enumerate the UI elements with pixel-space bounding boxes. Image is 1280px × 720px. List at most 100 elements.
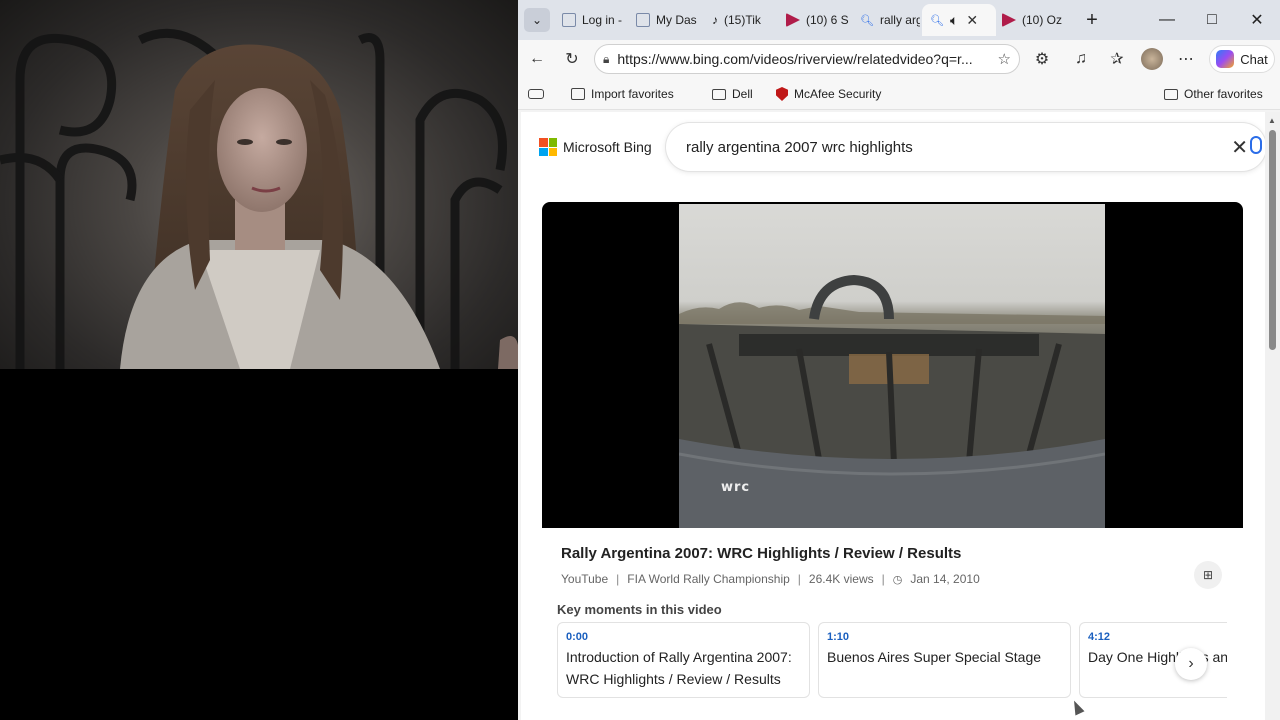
video-channel: FIA World Rally Championship xyxy=(627,572,790,586)
tab-login[interactable]: Log in - xyxy=(562,4,628,36)
other-favorites-folder[interactable]: Other favorites xyxy=(1164,84,1263,104)
new-tab-button[interactable]: + xyxy=(1078,6,1106,34)
tab-actions-button[interactable]: ⌄ xyxy=(524,8,550,32)
favorite-label: Other favorites xyxy=(1184,87,1263,101)
folder-icon xyxy=(1164,88,1178,100)
close-icon: ✕ xyxy=(1250,12,1264,29)
webcam-image xyxy=(0,28,518,369)
page-icon xyxy=(636,13,650,27)
immersive-reader-icon xyxy=(528,89,544,99)
search-input[interactable]: rally argentina 2007 wrc highlights xyxy=(686,139,1266,156)
video-views: 26.4K views xyxy=(808,572,874,586)
webcam-letterbox xyxy=(0,369,518,720)
navigation-toolbar: ← ↻ 🔒︎ https://www.bing.com/videos/river… xyxy=(518,40,1280,78)
extensions-button[interactable]: ⚙ xyxy=(1028,46,1056,72)
dell-folder[interactable]: Dell xyxy=(712,84,753,104)
webcam-feed xyxy=(0,0,518,369)
video-date: Jan 14, 2010 xyxy=(910,572,980,586)
tab-strip: ⌄ Log in - My Das ♪ (15)Tik (10) 6 S 🔍︎ … xyxy=(518,0,1280,40)
favorites-icon: ✰ xyxy=(1110,51,1124,68)
video-frame[interactable]: wrc xyxy=(679,204,1105,528)
favorite-star-icon[interactable]: ☆ xyxy=(998,50,1011,68)
video-title[interactable]: Rally Argentina 2007: WRC Highlights / R… xyxy=(561,545,961,562)
scrollbar-thumb[interactable] xyxy=(1269,130,1276,350)
tab-active[interactable]: 🔍︎ 🔈︎ ✕ xyxy=(922,4,996,36)
play-icon xyxy=(1002,13,1016,27)
bing-header: Microsoft Bing rally argentina 2007 wrc … xyxy=(521,112,1266,184)
music-icon: ♫ xyxy=(1075,50,1087,67)
key-moment-card[interactable]: 0:00 Introduction of Rally Argentina 200… xyxy=(557,622,810,698)
video-player[interactable]: wrc xyxy=(542,202,1243,528)
moment-timestamp: 1:10 xyxy=(827,631,850,643)
ellipsis-icon: ⋯ xyxy=(1178,51,1194,68)
speaker-icon[interactable]: 🔈︎ xyxy=(950,12,958,29)
tiktok-icon: ♪ xyxy=(712,13,718,27)
address-bar[interactable]: 🔒︎ https://www.bing.com/videos/riverview… xyxy=(594,44,1020,74)
key-moment-card[interactable]: 1:10 Buenos Aires Super Special Stage xyxy=(818,622,1071,698)
minimize-button[interactable]: — xyxy=(1147,6,1187,34)
browser-essentials-button[interactable]: ♫ xyxy=(1067,46,1095,72)
bing-logo[interactable]: Microsoft Bing xyxy=(539,138,652,156)
separator: | xyxy=(797,572,801,586)
favorites-button[interactable]: ✰ xyxy=(1103,46,1131,72)
save-video-button[interactable]: ⊞ xyxy=(1194,561,1222,589)
screen: ⌄ Log in - My Das ♪ (15)Tik (10) 6 S 🔍︎ … xyxy=(0,0,1280,720)
moment-timestamp: 0:00 xyxy=(566,631,589,643)
video-source: YouTube xyxy=(561,572,609,586)
profile-button[interactable] xyxy=(1138,46,1166,72)
scroll-up-icon[interactable]: ▲ xyxy=(1268,116,1276,125)
close-window-button[interactable]: ✕ xyxy=(1237,6,1277,34)
reading-view-button[interactable] xyxy=(528,84,544,104)
moment-description: Buenos Aires Super Special Stage xyxy=(827,649,1042,665)
search-icon: 🔍︎ xyxy=(860,14,874,27)
import-icon xyxy=(571,88,585,100)
tab-rally-search[interactable]: 🔍︎ rally arg xyxy=(860,4,920,36)
tab-my-dashboard[interactable]: My Das xyxy=(636,4,702,36)
mcafee-link[interactable]: McAfee Security xyxy=(776,84,881,104)
plus-icon: + xyxy=(1086,8,1098,31)
maximize-icon: □ xyxy=(1207,11,1217,28)
chevron-down-icon: ⌄ xyxy=(531,13,543,27)
import-favorites-link[interactable]: Import favorites xyxy=(571,84,674,104)
copilot-icon xyxy=(1216,50,1235,68)
favorite-label: Dell xyxy=(732,87,753,101)
search-icon: 🔍︎ xyxy=(930,14,944,27)
tab-youtube-1[interactable]: (10) 6 S xyxy=(786,4,852,36)
close-tab-icon[interactable]: ✕ xyxy=(966,12,978,29)
save-icon: ⊞ xyxy=(1202,568,1214,582)
minimize-icon: — xyxy=(1159,11,1175,28)
favorite-label: McAfee Security xyxy=(794,87,882,101)
favorites-bar: Import favorites Dell McAfee Security Ot… xyxy=(518,78,1280,110)
brand-name: Microsoft Bing xyxy=(563,139,652,155)
tab-youtube-2[interactable]: (10) Oz xyxy=(1002,4,1068,36)
search-box[interactable]: rally argentina 2007 wrc highlights ✕ xyxy=(666,123,1266,171)
key-moments-heading: Key moments in this video xyxy=(557,602,722,617)
copilot-chat-button[interactable]: Chat xyxy=(1209,45,1275,73)
tab-label: (15)Tik xyxy=(724,13,761,27)
tab-tiktok[interactable]: ♪ (15)Tik xyxy=(712,4,778,36)
folder-icon xyxy=(712,88,726,100)
moment-description: Introduction of Rally Argentina 2007: WR… xyxy=(566,649,792,687)
microphone-icon[interactable] xyxy=(1250,136,1262,154)
avatar xyxy=(1141,48,1163,70)
clear-search-icon[interactable]: ✕ xyxy=(1231,135,1248,160)
separator: | xyxy=(616,572,620,586)
microsoft-logo-icon xyxy=(539,138,557,156)
page-icon xyxy=(562,13,576,27)
refresh-icon: ↻ xyxy=(565,51,579,68)
page-scrollbar[interactable]: ▲ xyxy=(1265,112,1280,720)
mcafee-shield-icon xyxy=(776,87,788,101)
clock-icon: ◷ xyxy=(892,573,903,586)
more-menu-button[interactable]: ⋯ xyxy=(1172,46,1200,72)
lock-icon: 🔒︎ xyxy=(603,51,610,66)
maximize-button[interactable]: □ xyxy=(1192,6,1232,34)
refresh-button[interactable]: ↻ xyxy=(558,46,586,72)
next-moments-button[interactable]: › xyxy=(1175,648,1207,680)
tab-label: (10) 6 S xyxy=(806,13,849,27)
url-text[interactable]: https://www.bing.com/videos/riverview/re… xyxy=(617,51,989,67)
browser-window: ⌄ Log in - My Das ♪ (15)Tik (10) 6 S 🔍︎ … xyxy=(518,0,1280,720)
arrow-left-icon: ← xyxy=(529,50,545,67)
back-button[interactable]: ← xyxy=(523,46,551,72)
chat-label: Chat xyxy=(1240,51,1268,67)
chevron-right-icon: › xyxy=(1188,655,1194,672)
